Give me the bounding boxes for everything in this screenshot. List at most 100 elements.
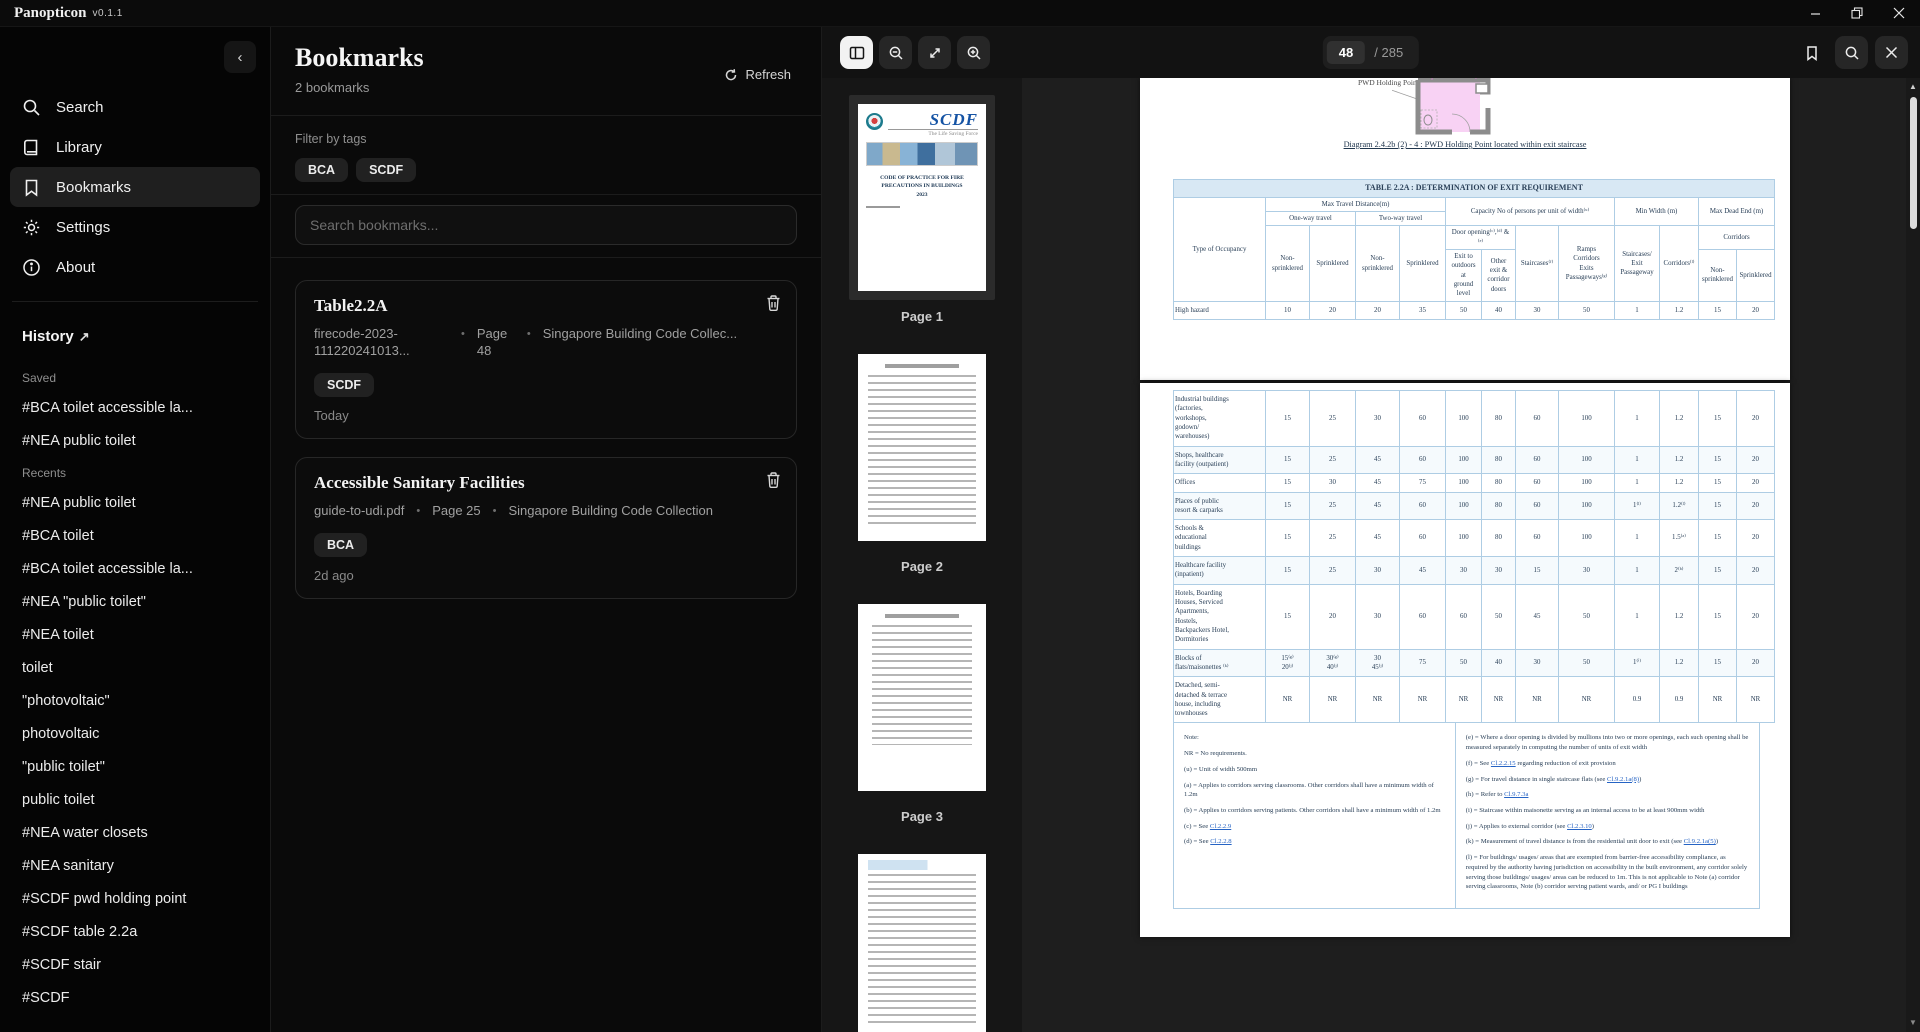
table-note: (l) = For buildings/ usages/ areas that … <box>1465 854 1748 891</box>
history-item[interactable]: #NEA water closets <box>22 825 248 841</box>
table-row: High hazard 10 20 20 35 50 40 30 50 1 1.2 15 20 <box>1173 300 1776 320</box>
page-number-input[interactable]: 48 <box>1326 41 1366 64</box>
exit-requirement-table-body: Industrial buildings (factories, worksho… <box>1173 390 1775 724</box>
pdf-page-current: PWD Holding Point Diagram 2.4.2b (2) - 4… <box>1140 78 1790 380</box>
search-bookmarks-input[interactable] <box>295 205 797 245</box>
pwd-holding-point-diagram <box>1392 78 1491 135</box>
zoom-in-button[interactable] <box>957 36 990 69</box>
history-item[interactable]: #NEA "public toilet" <box>22 594 248 610</box>
thumbnail-page-1[interactable]: SCDF The Life Saving Force CODE OF PRACT… <box>849 95 995 324</box>
refresh-button[interactable]: Refresh <box>724 67 791 82</box>
table-row: Schools & educational buildings 15 25 45 60 1… <box>1173 519 1775 558</box>
delete-bookmark-button[interactable] <box>765 471 782 489</box>
sidebar-collapse-button[interactable]: ‹ <box>224 41 256 73</box>
history-recents-label: Recents <box>22 466 67 480</box>
fit-to-screen-button[interactable] <box>918 36 951 69</box>
bookmarks-panel: Bookmarks 2 bookmarks Refresh Filter by … <box>270 27 822 1032</box>
diagram-caption: Diagram 2.4.2b (2) - 4 : PWD Holding Poi… <box>1343 140 1587 149</box>
left-sidebar: ‹ Search Library Bookmarks Settings Abou… <box>0 27 270 1032</box>
trash-icon <box>767 472 780 488</box>
pdf-clause-link[interactable]: Cl.2.3.10 <box>1567 823 1592 830</box>
bookmark-card[interactable]: Accessible Sanitary Facilities guide-to-… <box>295 456 797 599</box>
sidebar-item-search[interactable]: Search <box>10 87 260 127</box>
thumbnail-label: Page 2 <box>901 559 943 574</box>
pdf-clause-link[interactable]: Cl.2.2.15 <box>1491 760 1516 767</box>
tag-filter-chip[interactable]: SCDF <box>356 158 417 182</box>
history-item[interactable]: #SCDF <box>22 990 248 1006</box>
bookmark-page-button[interactable] <box>1795 36 1828 69</box>
sidebar-item-library[interactable]: Library <box>10 127 260 167</box>
document-scrollbar[interactable]: ▲ ▼ <box>1906 78 1920 1032</box>
bookmark-tag[interactable]: BCA <box>314 532 368 557</box>
table-title: TABLE 2.2A : DETERMINATION OF EXIT REQUI… <box>1172 179 1776 198</box>
thumbnail-page-2[interactable]: Page 2 <box>849 345 995 574</box>
zoom-out-button[interactable] <box>879 36 912 69</box>
pdf-clause-link[interactable]: Cl.9.2.1a(5) <box>1684 838 1716 845</box>
pdf-clause-link[interactable]: Cl.2.2.8 <box>1210 838 1231 845</box>
history-item[interactable]: "photovoltaic" <box>22 693 248 709</box>
bookmark-tag[interactable]: SCDF <box>314 372 375 397</box>
history-item[interactable]: "public toilet" <box>22 759 248 775</box>
history-item[interactable]: #BCA toilet accessible la... <box>22 400 248 416</box>
close-window-button[interactable] <box>1878 0 1920 26</box>
table-row: Hotels, Boarding Houses, Serviced Apartm… <box>1173 583 1775 650</box>
restore-button[interactable] <box>1836 0 1878 26</box>
table-row: Offices 15 30 45 75 100 80 60 100 1 1.2 15 20 <box>1173 473 1775 493</box>
toggle-thumbnails-button[interactable] <box>840 36 873 69</box>
search-document-button[interactable] <box>1835 36 1868 69</box>
cover-rule <box>866 206 900 209</box>
page-total-label: / 285 <box>1374 45 1404 60</box>
bookmark-card[interactable]: Table2.2A firecode-2023-111220241013... … <box>295 280 797 439</box>
sidebar-item-about[interactable]: About <box>10 247 260 287</box>
thumbnail-page-3[interactable]: Page 3 <box>849 595 995 824</box>
history-saved-list: #BCA toilet accessible la... #NEA public … <box>22 400 248 449</box>
app-version: v0.1.1 <box>92 7 123 19</box>
history-item[interactable]: toilet <box>22 660 248 676</box>
tag-filter-list: BCA SCDF <box>295 158 797 182</box>
history-item[interactable]: public toilet <box>22 792 248 808</box>
pdf-clause-link[interactable]: Cl.2.2.9 <box>1210 823 1231 830</box>
pdf-viewer: 48 / 285 SCDF The Life Saving Force CODE… <box>822 27 1920 1032</box>
bookmark-page: Page 48 <box>476 326 508 358</box>
thumbnail-page-4[interactable]: Page 4 <box>849 845 995 1032</box>
history-item[interactable]: #SCDF stair <box>22 957 248 973</box>
sidebar-item-bookmarks[interactable]: Bookmarks <box>10 167 260 207</box>
pdf-clause-link[interactable]: Cl.9.2.1a(8) <box>1607 776 1639 783</box>
table-row: Industrial buildings (factories, worksho… <box>1173 390 1775 447</box>
pdf-clause-link[interactable]: Cl.9.7.3a <box>1504 791 1528 798</box>
table-row: Healthcare facility (inpatient) 15 25 30 45 3… <box>1173 556 1775 585</box>
thumbnail-label: Page 1 <box>901 309 943 324</box>
scroll-down-arrow-icon[interactable]: ▼ <box>1909 1019 1917 1027</box>
cover-title: CODE OF PRACTICE FOR FIRE PRECAUTIONS IN… <box>880 175 964 198</box>
history-item[interactable]: #NEA public toilet <box>22 495 248 511</box>
table-note: (u) = Unit of width 500mm <box>1184 765 1258 773</box>
tag-filter-chip[interactable]: BCA <box>295 158 349 182</box>
refresh-label: Refresh <box>745 67 791 82</box>
history-item[interactable]: #SCDF table 2.2a <box>22 924 248 940</box>
history-item[interactable]: #BCA toilet accessible la... <box>22 561 248 577</box>
history-item[interactable]: #NEA toilet <box>22 627 248 643</box>
close-viewer-button[interactable] <box>1875 36 1908 69</box>
scrollbar-thumb[interactable] <box>1909 97 1917 229</box>
delete-bookmark-button[interactable] <box>765 294 782 312</box>
history-item[interactable]: #NEA public toilet <box>22 433 248 449</box>
sidebar-item-settings[interactable]: Settings <box>10 207 260 247</box>
bullet-separator: • <box>461 328 465 340</box>
bullet-separator: • <box>416 504 421 517</box>
document-area[interactable]: PWD Holding Point Diagram 2.4.2b (2) - 4… <box>1022 78 1920 1032</box>
table-note: (c) = See Cl.2.2.9 <box>1184 822 1232 830</box>
bookmark-title: Table2.2A <box>314 296 388 315</box>
pdf-page-next: Industrial buildings (factories, worksho… <box>1140 383 1790 937</box>
window-controls <box>1794 0 1920 26</box>
history-item[interactable]: photovoltaic <box>22 726 248 742</box>
table-note: NR = No requirements. <box>1184 750 1247 758</box>
bookmark-filename: guide-to-udi.pdf <box>314 502 405 518</box>
table-note: (d) = See Cl.2.2.8 <box>1184 838 1232 846</box>
history-item[interactable]: #NEA sanitary <box>22 858 248 874</box>
scroll-up-arrow-icon[interactable]: ▲ <box>1909 83 1917 91</box>
history-item[interactable]: #SCDF pwd holding point <box>22 891 248 907</box>
history-header[interactable]: History ↗ <box>22 328 248 345</box>
minimize-button[interactable] <box>1794 0 1836 26</box>
thumbnail-sidebar: SCDF The Life Saving Force CODE OF PRACT… <box>822 78 1022 1032</box>
history-item[interactable]: #BCA toilet <box>22 528 248 544</box>
